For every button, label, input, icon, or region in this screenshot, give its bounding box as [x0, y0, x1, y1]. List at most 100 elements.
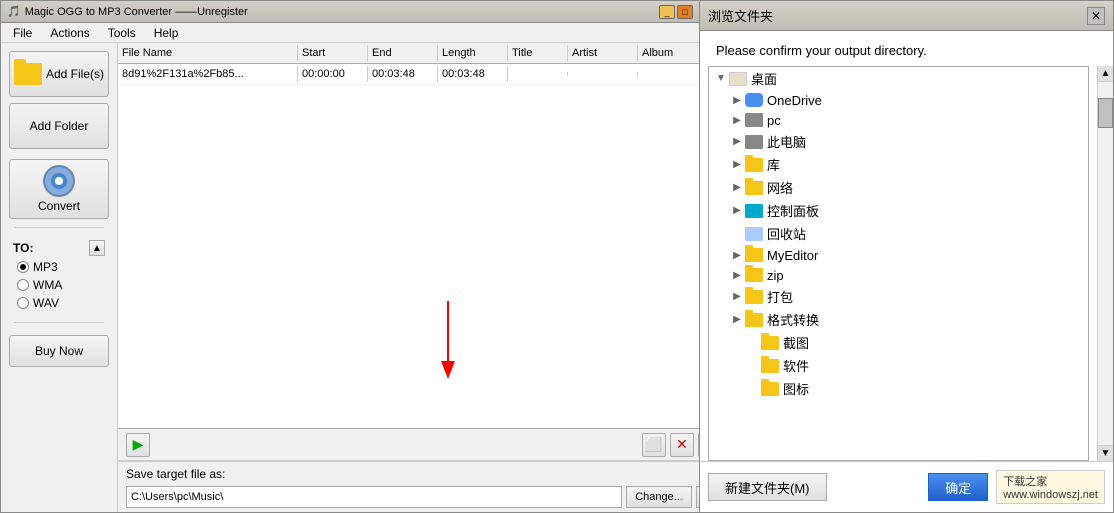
toolbar-row: ▶ ⬜ ✕ ⬆ ⬇ — [118, 429, 699, 461]
save-label: Save target file as: — [126, 467, 225, 481]
recycle-icon — [745, 227, 763, 241]
tree-label-format: 格式转换 — [767, 310, 819, 329]
network-icon — [745, 181, 763, 195]
to-label: TO: — [13, 241, 33, 255]
tree-item-myeditor[interactable]: ▶ MyEditor — [709, 245, 1088, 265]
tree-item-software[interactable]: 软件 — [709, 354, 1088, 377]
buy-now-label: Buy Now — [35, 344, 83, 358]
title-bar: 🎵 Magic OGG to MP3 Converter ——Unregiste… — [1, 1, 699, 23]
file-end-cell: 00:03:48 — [368, 66, 438, 82]
screenshot-icon — [761, 336, 779, 350]
tree-item-controlpanel[interactable]: ▶ 控制面板 — [709, 199, 1088, 222]
table-row[interactable]: 8d91%2F131a%2Fb85... 00:00:00 00:03:48 0… — [118, 64, 699, 85]
delete-button[interactable]: ✕ — [670, 433, 694, 457]
tree-item-network[interactable]: ▶ 网络 — [709, 176, 1088, 199]
radio-wma[interactable]: WMA — [17, 278, 105, 292]
tree-scrollbar[interactable]: ▲ ▼ — [1097, 66, 1113, 461]
minimize-button[interactable]: _ — [659, 5, 675, 19]
tree-item-recycle[interactable]: 回收站 — [709, 222, 1088, 245]
col-album: Album — [638, 45, 699, 61]
menu-actions[interactable]: Actions — [42, 24, 97, 42]
convert-button[interactable]: Convert — [9, 159, 109, 219]
radio-mp3[interactable]: MP3 — [17, 260, 105, 274]
col-artist: Artist — [568, 45, 638, 61]
tree-label-desktop: 桌面 — [751, 69, 777, 88]
buy-now-button[interactable]: Buy Now — [9, 335, 109, 367]
browser-prompt: Please confirm your output directory. — [700, 31, 1113, 66]
toggle-icons — [745, 381, 761, 397]
add-folder-button[interactable]: Add Folder — [9, 103, 109, 149]
tree-item-zip[interactable]: ▶ zip — [709, 265, 1088, 285]
tree-item-desktop[interactable]: ▼ 桌面 — [709, 67, 1088, 90]
divider2 — [14, 322, 104, 323]
add-files-button[interactable]: Add File(s) — [9, 51, 109, 97]
toggle-thispc: ▶ — [729, 134, 745, 150]
tree-label-myeditor: MyEditor — [767, 248, 818, 263]
browser-window: 浏览文件夹 ✕ Please confirm your output direc… — [700, 0, 1114, 513]
tree-label-software: 软件 — [783, 356, 809, 375]
save-path-input[interactable]: C:\Users\pc\Music\ — [126, 486, 622, 508]
open-button[interactable]: Open... — [696, 486, 699, 508]
save-controls: C:\Users\pc\Music\ Change... Open... — [126, 486, 699, 508]
maximize-button[interactable]: □ — [677, 5, 693, 19]
menu-tools[interactable]: Tools — [100, 24, 144, 42]
app-title: Magic OGG to MP3 Converter ——Unregister — [25, 6, 248, 18]
change-button[interactable]: Change... — [626, 486, 692, 508]
collapse-button[interactable]: ▲ — [89, 240, 105, 256]
tree-label-screenshot: 截图 — [783, 333, 809, 352]
toggle-zip: ▶ — [729, 267, 745, 283]
tree-label-pack: 打包 — [767, 287, 793, 306]
browser-close-button[interactable]: ✕ — [1087, 7, 1105, 25]
ok-button[interactable]: 确定 — [928, 473, 988, 501]
menu-file[interactable]: File — [5, 24, 40, 42]
wma-label: WMA — [33, 278, 62, 292]
up-button[interactable]: ⬆ — [698, 433, 699, 457]
browser-title-text: 浏览文件夹 — [708, 6, 773, 25]
convert-label: Convert — [38, 199, 80, 213]
toggle-software — [745, 358, 761, 374]
save-area: Save target file as: ▲ C:\Users\pc\Music… — [118, 461, 699, 512]
scroll-up[interactable]: ▲ — [1098, 66, 1113, 82]
menu-help[interactable]: Help — [146, 24, 187, 42]
myeditor-icon — [745, 248, 763, 262]
browser-content: ▼ 桌面 ▶ OneDrive ▶ pc ▶ 此电脑 — [700, 66, 1113, 461]
toggle-controlpanel: ▶ — [729, 203, 745, 219]
col-title: Title — [508, 45, 568, 61]
browser-footer: 新建文件夹(M) 确定 下载之家www.windowszj.net — [700, 461, 1113, 512]
file-start-cell: 00:00:00 — [298, 66, 368, 82]
software-icon — [761, 359, 779, 373]
stop-button[interactable]: ⬜ — [642, 433, 666, 457]
file-table-header: File Name Start End Length Title Artist … — [118, 43, 699, 64]
tree-item-screenshot[interactable]: 截图 — [709, 331, 1088, 354]
cd-icon — [43, 165, 75, 197]
directory-tree[interactable]: ▼ 桌面 ▶ OneDrive ▶ pc ▶ 此电脑 — [708, 66, 1089, 461]
toggle-screenshot — [745, 335, 761, 351]
radio-wav[interactable]: WAV — [17, 296, 105, 310]
tree-item-library[interactable]: ▶ 库 — [709, 153, 1088, 176]
new-folder-button[interactable]: 新建文件夹(M) — [708, 473, 827, 501]
file-name-cell: 8d91%2F131a%2Fb85... — [118, 66, 298, 82]
tree-item-pack[interactable]: ▶ 打包 — [709, 285, 1088, 308]
tree-label-icons: 图标 — [783, 379, 809, 398]
toggle-onedrive: ▶ — [729, 92, 745, 108]
col-start: Start — [298, 45, 368, 61]
tree-item-format[interactable]: ▶ 格式转换 — [709, 308, 1088, 331]
scroll-thumb[interactable] — [1098, 98, 1113, 128]
browser-title-bar: 浏览文件夹 ✕ — [700, 1, 1113, 31]
play-button[interactable]: ▶ — [126, 433, 150, 457]
scroll-down[interactable]: ▼ — [1098, 445, 1113, 461]
col-end: End — [368, 45, 438, 61]
main-window: 🎵 Magic OGG to MP3 Converter ——Unregiste… — [0, 0, 700, 513]
tree-label-library: 库 — [767, 155, 780, 174]
tree-item-thispc[interactable]: ▶ 此电脑 — [709, 130, 1088, 153]
desktop-icon — [729, 72, 747, 86]
file-list: 8d91%2F131a%2Fb85... 00:00:00 00:03:48 0… — [118, 64, 699, 429]
toggle-desktop: ▼ — [713, 71, 729, 87]
tree-label-controlpanel: 控制面板 — [767, 201, 819, 220]
tree-item-onedrive[interactable]: ▶ OneDrive — [709, 90, 1088, 110]
radio-circle-wma — [17, 279, 29, 291]
tree-item-pc[interactable]: ▶ pc — [709, 110, 1088, 130]
toggle-pack: ▶ — [729, 289, 745, 305]
tree-item-icons[interactable]: 图标 — [709, 377, 1088, 400]
icons-icon — [761, 382, 779, 396]
